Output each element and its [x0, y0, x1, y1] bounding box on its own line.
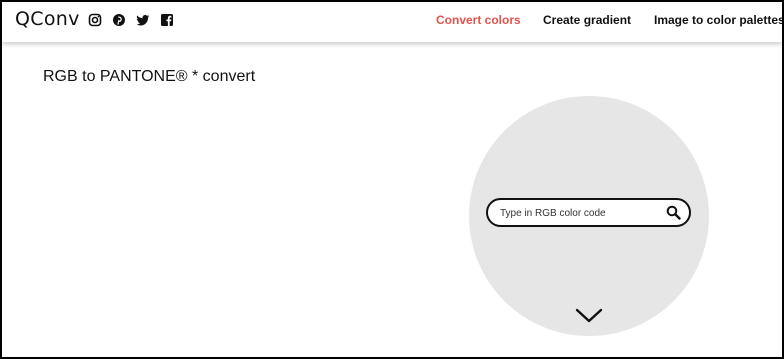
twitter-icon[interactable]	[136, 13, 150, 27]
rgb-color-code-input[interactable]	[500, 205, 660, 221]
nav-create-gradient[interactable]: Create gradient	[543, 13, 631, 27]
top-navigation-bar: QConv Convert colors Create gradient Ima…	[2, 2, 782, 42]
instagram-icon[interactable]	[88, 13, 102, 27]
pinterest-icon[interactable]	[112, 13, 126, 27]
social-links	[88, 13, 174, 27]
chevron-down-icon[interactable]	[575, 308, 603, 324]
nav-image-to-color-palettes[interactable]: Image to color palettes	[654, 13, 782, 27]
page-title: RGB to PANTONE® * convert	[43, 68, 256, 85]
search-icon[interactable]	[666, 205, 681, 220]
page-frame: QConv Convert colors Create gradient Ima…	[0, 0, 784, 359]
nav-convert-colors[interactable]: Convert colors	[436, 13, 521, 27]
rgb-search-box	[486, 198, 691, 227]
facebook-icon[interactable]	[160, 13, 174, 27]
site-logo[interactable]: QConv	[15, 8, 80, 30]
